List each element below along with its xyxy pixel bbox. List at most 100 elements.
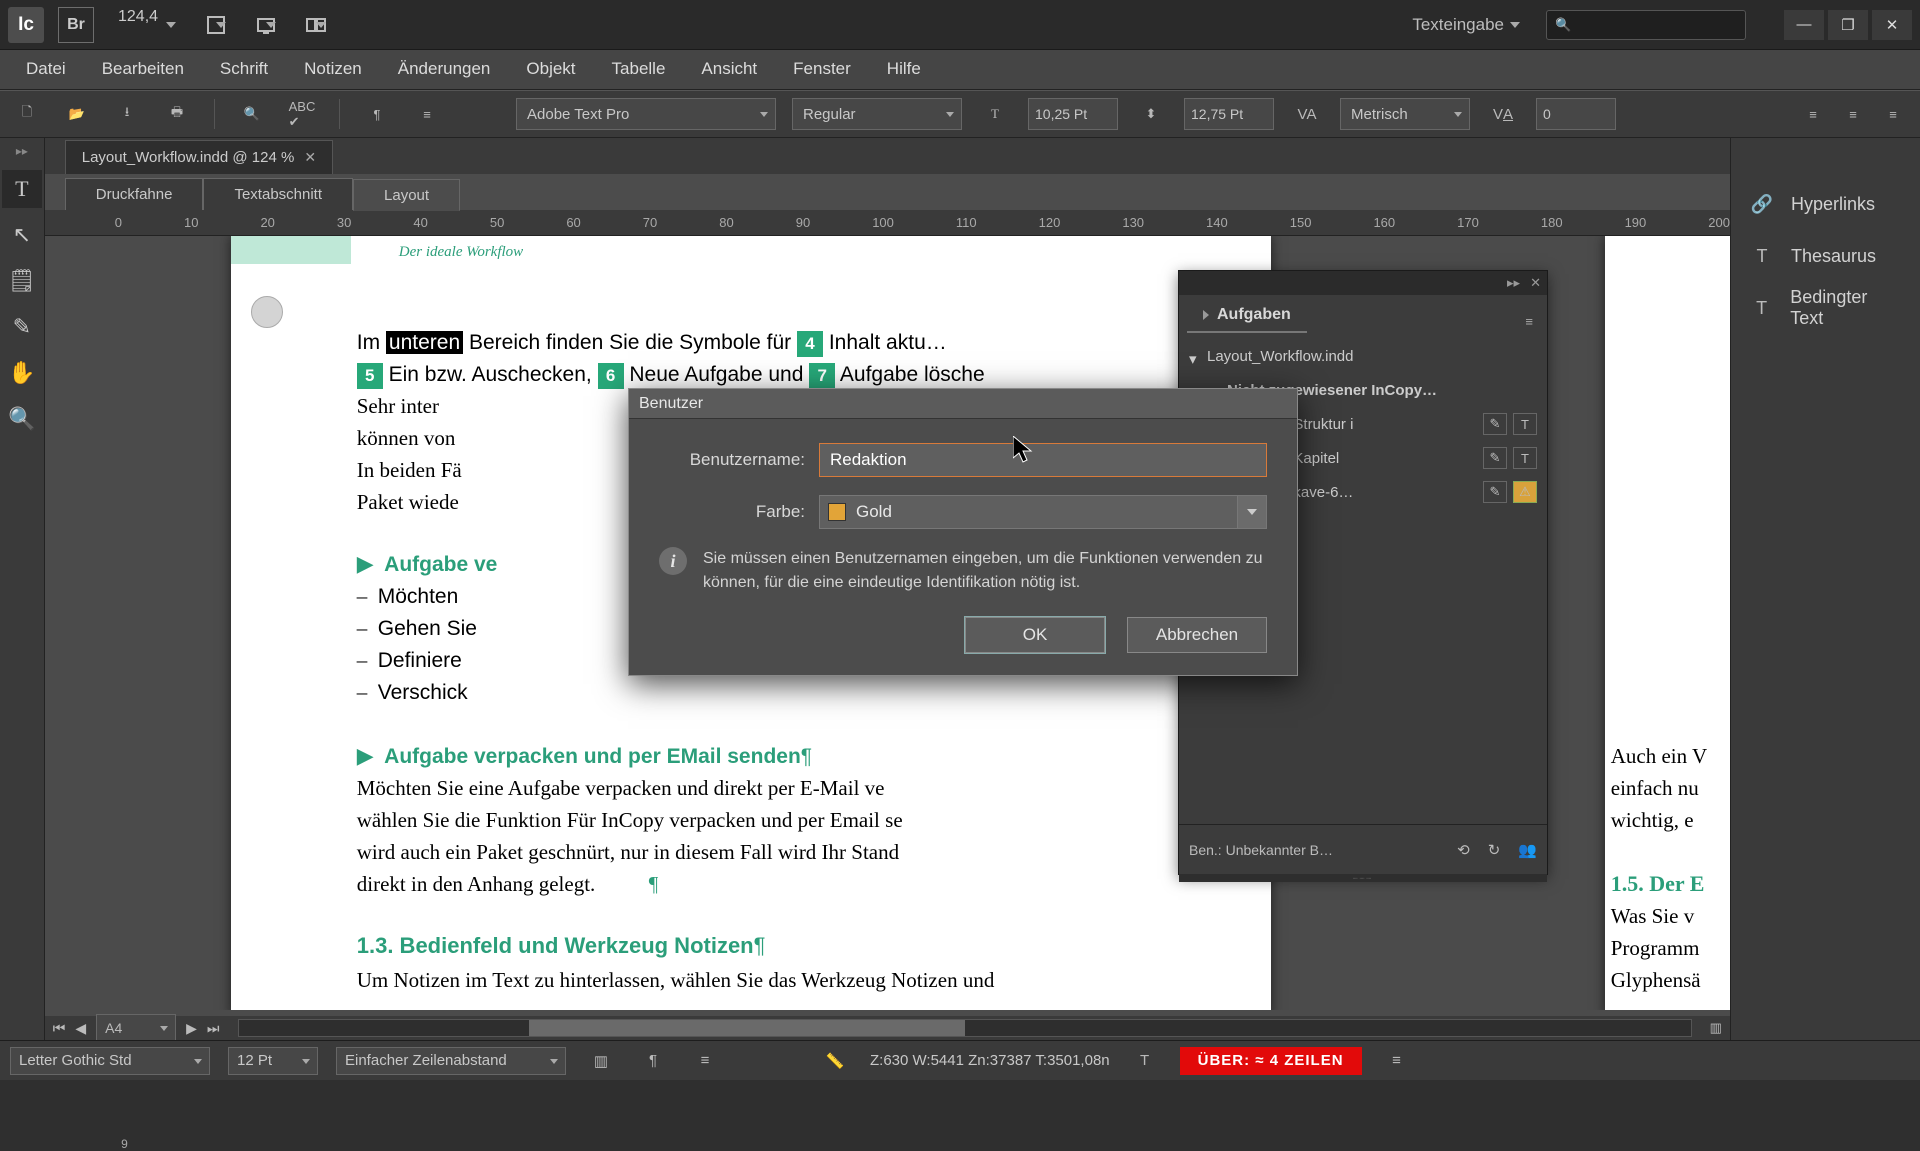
eyedropper-tool[interactable]: ✎ bbox=[2, 308, 42, 346]
list-item[interactable]: ▾Layout_Workflow.indd bbox=[1181, 339, 1545, 373]
users-icon[interactable]: 👥 bbox=[1518, 841, 1537, 859]
cancel-button[interactable]: Abbrechen bbox=[1127, 617, 1267, 653]
print-icon[interactable]: 🖶 bbox=[160, 97, 194, 131]
view-tab-textabschnitt[interactable]: Textabschnitt bbox=[203, 178, 353, 210]
position-tool[interactable]: ↖ bbox=[2, 216, 42, 254]
workspace-selector[interactable]: Texteingabe bbox=[1412, 15, 1528, 35]
zoom-tool[interactable]: 🔍 bbox=[2, 400, 42, 438]
tool-strip: ▸▸ T ↖ 🗒 ✎ ✋ 🔍 bbox=[0, 138, 45, 1040]
menu-objekt[interactable]: Objekt bbox=[508, 49, 593, 89]
bridge-button[interactable]: Br bbox=[58, 7, 94, 43]
refresh-icon[interactable]: ↻ bbox=[1488, 841, 1501, 859]
font-weight-combo[interactable]: Regular bbox=[792, 98, 962, 130]
arrange-dropdown[interactable] bbox=[298, 7, 334, 43]
panel-hyperlinks[interactable]: 🔗Hyperlinks bbox=[1731, 178, 1920, 230]
nav-next-icon[interactable]: ▶ bbox=[186, 1020, 197, 1037]
collapse-icon[interactable]: ▸▸ bbox=[16, 144, 28, 162]
columns-icon[interactable]: ▥ bbox=[584, 1044, 618, 1078]
view-tab-druckfahne[interactable]: Druckfahne bbox=[65, 178, 204, 210]
ok-button[interactable]: OK bbox=[965, 617, 1105, 653]
align-right-icon[interactable]: ≡ bbox=[1876, 97, 1910, 131]
paragraph-icon[interactable]: ¶ bbox=[636, 1044, 670, 1078]
open-icon[interactable]: 📂 bbox=[60, 97, 94, 131]
document-tab[interactable]: Layout_Workflow.indd @ 124 % ✕ bbox=[65, 140, 333, 174]
window-minimize-button[interactable]: — bbox=[1784, 10, 1824, 40]
menu-ansicht[interactable]: Ansicht bbox=[683, 49, 775, 89]
menu-fenster[interactable]: Fenster bbox=[775, 49, 869, 89]
ruler-horizontal[interactable]: 0102030405060708090100110120130140150160… bbox=[45, 210, 1730, 236]
edit-icon[interactable]: ✎ bbox=[1483, 447, 1507, 469]
body-line2: 5 Ein bzw. Auschecken, 6 Neue Aufgabe un… bbox=[357, 358, 985, 391]
user-dialog: Benutzer Benutzername: Farbe: Gold i Sie… bbox=[628, 388, 1298, 676]
align-left-icon[interactable]: ≡ bbox=[1796, 97, 1830, 131]
spellcheck-icon[interactable]: ABC✔ bbox=[285, 97, 319, 131]
font-family-combo[interactable]: Adobe Text Pro bbox=[516, 98, 776, 130]
color-combo[interactable]: Gold bbox=[819, 495, 1267, 529]
username-field[interactable] bbox=[819, 443, 1267, 477]
view-options-dropdown[interactable] bbox=[198, 7, 234, 43]
control-menu-icon[interactable]: ≡ bbox=[410, 97, 444, 131]
screen-mode-dropdown[interactable] bbox=[248, 7, 284, 43]
type-tool[interactable]: T bbox=[2, 170, 42, 208]
hand-tool[interactable]: ✋ bbox=[2, 354, 42, 392]
scrollbar-horizontal[interactable] bbox=[238, 1019, 1692, 1037]
search-input[interactable]: 🔍 bbox=[1546, 10, 1746, 40]
font-size-field[interactable]: 10,25 Pt bbox=[1028, 98, 1118, 130]
status-size-combo[interactable]: 12 Pt bbox=[228, 1047, 318, 1075]
edit-icon[interactable]: ✎ bbox=[1483, 481, 1507, 503]
edit-icon[interactable]: ✎ bbox=[1483, 413, 1507, 435]
menu-hilfe[interactable]: Hilfe bbox=[869, 49, 939, 89]
update-icon[interactable]: ⟲ bbox=[1457, 841, 1470, 859]
bullet-4: – Verschick bbox=[357, 676, 468, 709]
nav-first-icon[interactable]: ⏮ bbox=[53, 1020, 66, 1037]
panel-tab-aufgaben[interactable]: Aufgaben bbox=[1187, 299, 1307, 333]
menu-tabelle[interactable]: Tabelle bbox=[594, 49, 684, 89]
pilcrow-icon[interactable]: ¶ bbox=[360, 97, 394, 131]
menu-aenderungen[interactable]: Änderungen bbox=[380, 49, 509, 89]
leading-field[interactable]: 12,75 Pt bbox=[1184, 98, 1274, 130]
zoom-selector[interactable]: 124,4 bbox=[108, 8, 184, 42]
panel-thesaurus[interactable]: TThesaurus bbox=[1731, 230, 1920, 282]
warning-icon[interactable]: ⚠ bbox=[1513, 481, 1537, 503]
find-icon[interactable]: 🔍 bbox=[235, 97, 269, 131]
menu-notizen[interactable]: Notizen bbox=[286, 49, 380, 89]
search-icon: 🔍 bbox=[1555, 17, 1571, 33]
text-icon[interactable]: T bbox=[1513, 447, 1537, 469]
menu-datei[interactable]: Datei bbox=[8, 49, 84, 89]
kerning-combo[interactable]: Metrisch bbox=[1340, 98, 1470, 130]
username-label: Benutzername: bbox=[659, 450, 819, 470]
panel-resize-handle[interactable]: ┈┈┈ bbox=[1179, 874, 1547, 882]
split-view-icon[interactable]: ▥ bbox=[1702, 1020, 1730, 1036]
view-tab-layout[interactable]: Layout bbox=[353, 179, 460, 211]
nav-prev-icon[interactable]: ◀ bbox=[75, 1020, 86, 1037]
new-icon[interactable]: 🗋 bbox=[10, 97, 44, 131]
text-stats-icon[interactable]: T bbox=[1128, 1044, 1162, 1078]
overset-text-badge[interactable]: ÜBER: ≈ 4 ZEILEN bbox=[1180, 1047, 1362, 1075]
panel-close-icon[interactable]: ✕ bbox=[1530, 275, 1541, 291]
window-restore-button[interactable]: ❐ bbox=[1828, 10, 1868, 40]
menu-schrift[interactable]: Schrift bbox=[202, 49, 286, 89]
nav-last-icon[interactable]: ⏭ bbox=[207, 1020, 220, 1037]
align-center-icon[interactable]: ≡ bbox=[1836, 97, 1870, 131]
page-nav-bar: ⏮ ◀ A4 ▶ ⏭ ▥ bbox=[45, 1016, 1730, 1040]
document-tab-label: Layout_Workflow.indd @ 124 % bbox=[82, 149, 295, 166]
ruler-icon[interactable]: 📏 bbox=[818, 1044, 852, 1078]
panel-conditional-text[interactable]: TBedingter Text bbox=[1731, 282, 1920, 334]
anchor-marker-icon bbox=[251, 296, 283, 328]
window-close-button[interactable]: ✕ bbox=[1872, 10, 1912, 40]
text-icon[interactable]: T bbox=[1513, 413, 1537, 435]
panel-collapse-icon[interactable]: ▸▸ bbox=[1507, 275, 1520, 291]
menu-icon[interactable]: ≡ bbox=[1380, 1044, 1414, 1078]
save-icon[interactable]: ⭳ bbox=[110, 97, 144, 131]
status-font-combo[interactable]: Letter Gothic Std bbox=[10, 1047, 210, 1075]
close-tab-icon[interactable]: ✕ bbox=[304, 149, 316, 166]
note-tool[interactable]: 🗒 bbox=[2, 262, 42, 300]
tracking-field[interactable]: 0 bbox=[1536, 98, 1616, 130]
panel-menu-icon[interactable]: ≡ bbox=[1519, 310, 1539, 333]
menu-icon[interactable]: ≡ bbox=[688, 1044, 722, 1078]
menu-bearbeiten[interactable]: Bearbeiten bbox=[84, 49, 202, 89]
page-number-field[interactable]: A4 bbox=[96, 1014, 176, 1042]
paragraph-2: Möchten Sie eine Aufgabe verpacken und d… bbox=[357, 772, 1057, 900]
color-label: Farbe: bbox=[659, 502, 819, 522]
status-spacing-combo[interactable]: Einfacher Zeilenabstand bbox=[336, 1047, 566, 1075]
